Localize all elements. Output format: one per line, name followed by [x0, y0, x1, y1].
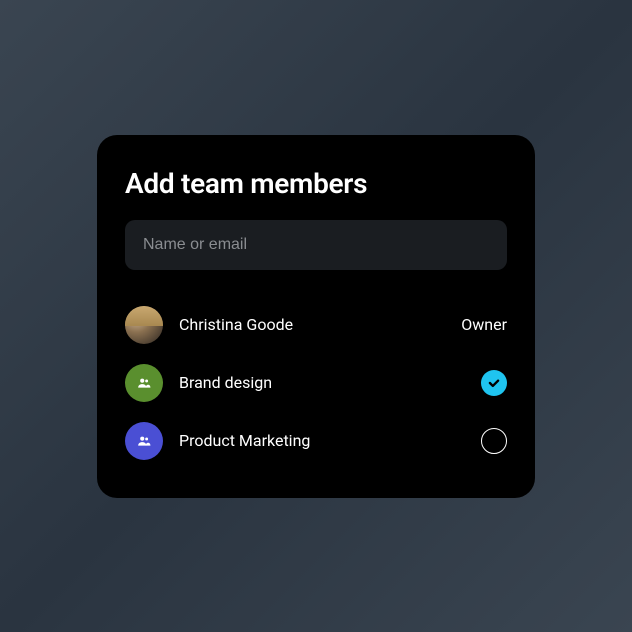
checkbox-unchecked[interactable]	[481, 428, 507, 454]
member-name: Product Marketing	[179, 431, 465, 450]
checkbox-checked[interactable]	[481, 370, 507, 396]
check-icon	[487, 376, 501, 390]
people-icon	[135, 434, 153, 448]
role-label: Owner	[461, 315, 507, 334]
member-row-owner: Christina Goode Owner	[125, 296, 507, 354]
member-name: Christina Goode	[179, 315, 445, 334]
add-team-members-modal: Add team members Christina Goode Owner B…	[97, 135, 535, 498]
avatar-group-blue	[125, 422, 163, 460]
people-icon	[135, 376, 153, 390]
avatar-photo	[125, 306, 163, 344]
member-row-group[interactable]: Brand design	[125, 354, 507, 412]
avatar-group-green	[125, 364, 163, 402]
member-row-group[interactable]: Product Marketing	[125, 412, 507, 470]
modal-title: Add team members	[125, 167, 507, 200]
name-email-input[interactable]	[125, 220, 507, 270]
member-name: Brand design	[179, 373, 465, 392]
